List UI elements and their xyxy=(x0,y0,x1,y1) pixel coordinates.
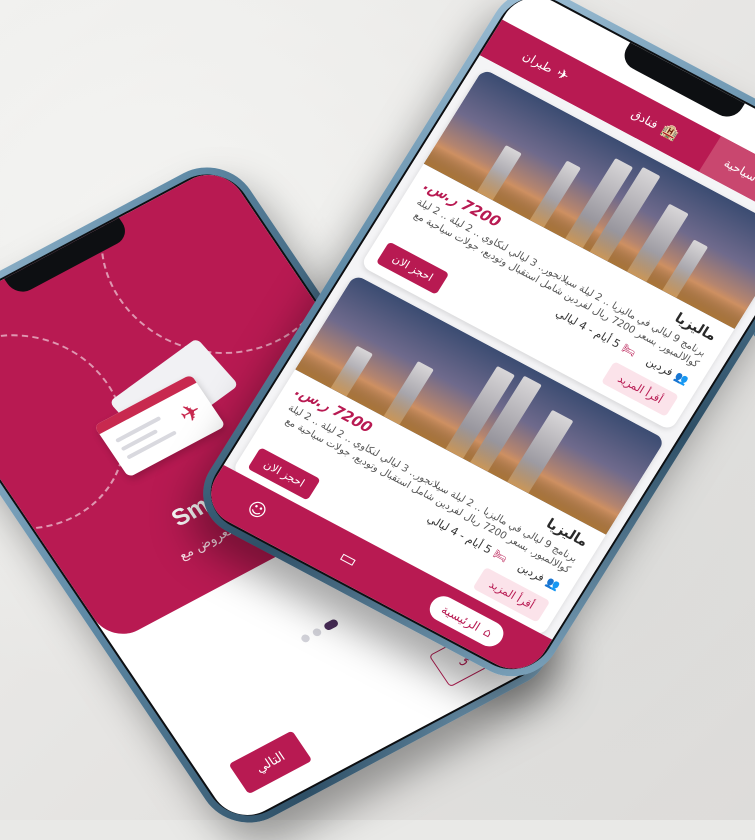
tab-label: فنادق xyxy=(628,106,661,132)
page-indicator xyxy=(299,618,340,644)
next-button[interactable]: التالي xyxy=(228,730,313,795)
nav-home-label: الرئيسية xyxy=(438,602,483,634)
tab-label: طيران xyxy=(520,48,556,76)
home-icon: ⌂ xyxy=(480,624,495,641)
hotel-icon: 🏨 xyxy=(658,121,682,144)
plane-icon: ✈ xyxy=(173,396,208,430)
plane-icon: ✈ xyxy=(552,65,572,85)
people-icon: 👥 xyxy=(543,575,563,593)
page-dot-active xyxy=(322,618,340,632)
page-dot xyxy=(311,627,323,638)
profile-icon[interactable]: ☺ xyxy=(243,497,271,524)
bed-icon: 🛏 xyxy=(490,547,511,565)
people-icon: 👥 xyxy=(672,369,692,388)
ticket-icon[interactable]: ▭ xyxy=(336,546,362,572)
bed-icon: 🛏 xyxy=(619,341,639,360)
page-dot xyxy=(299,633,312,644)
